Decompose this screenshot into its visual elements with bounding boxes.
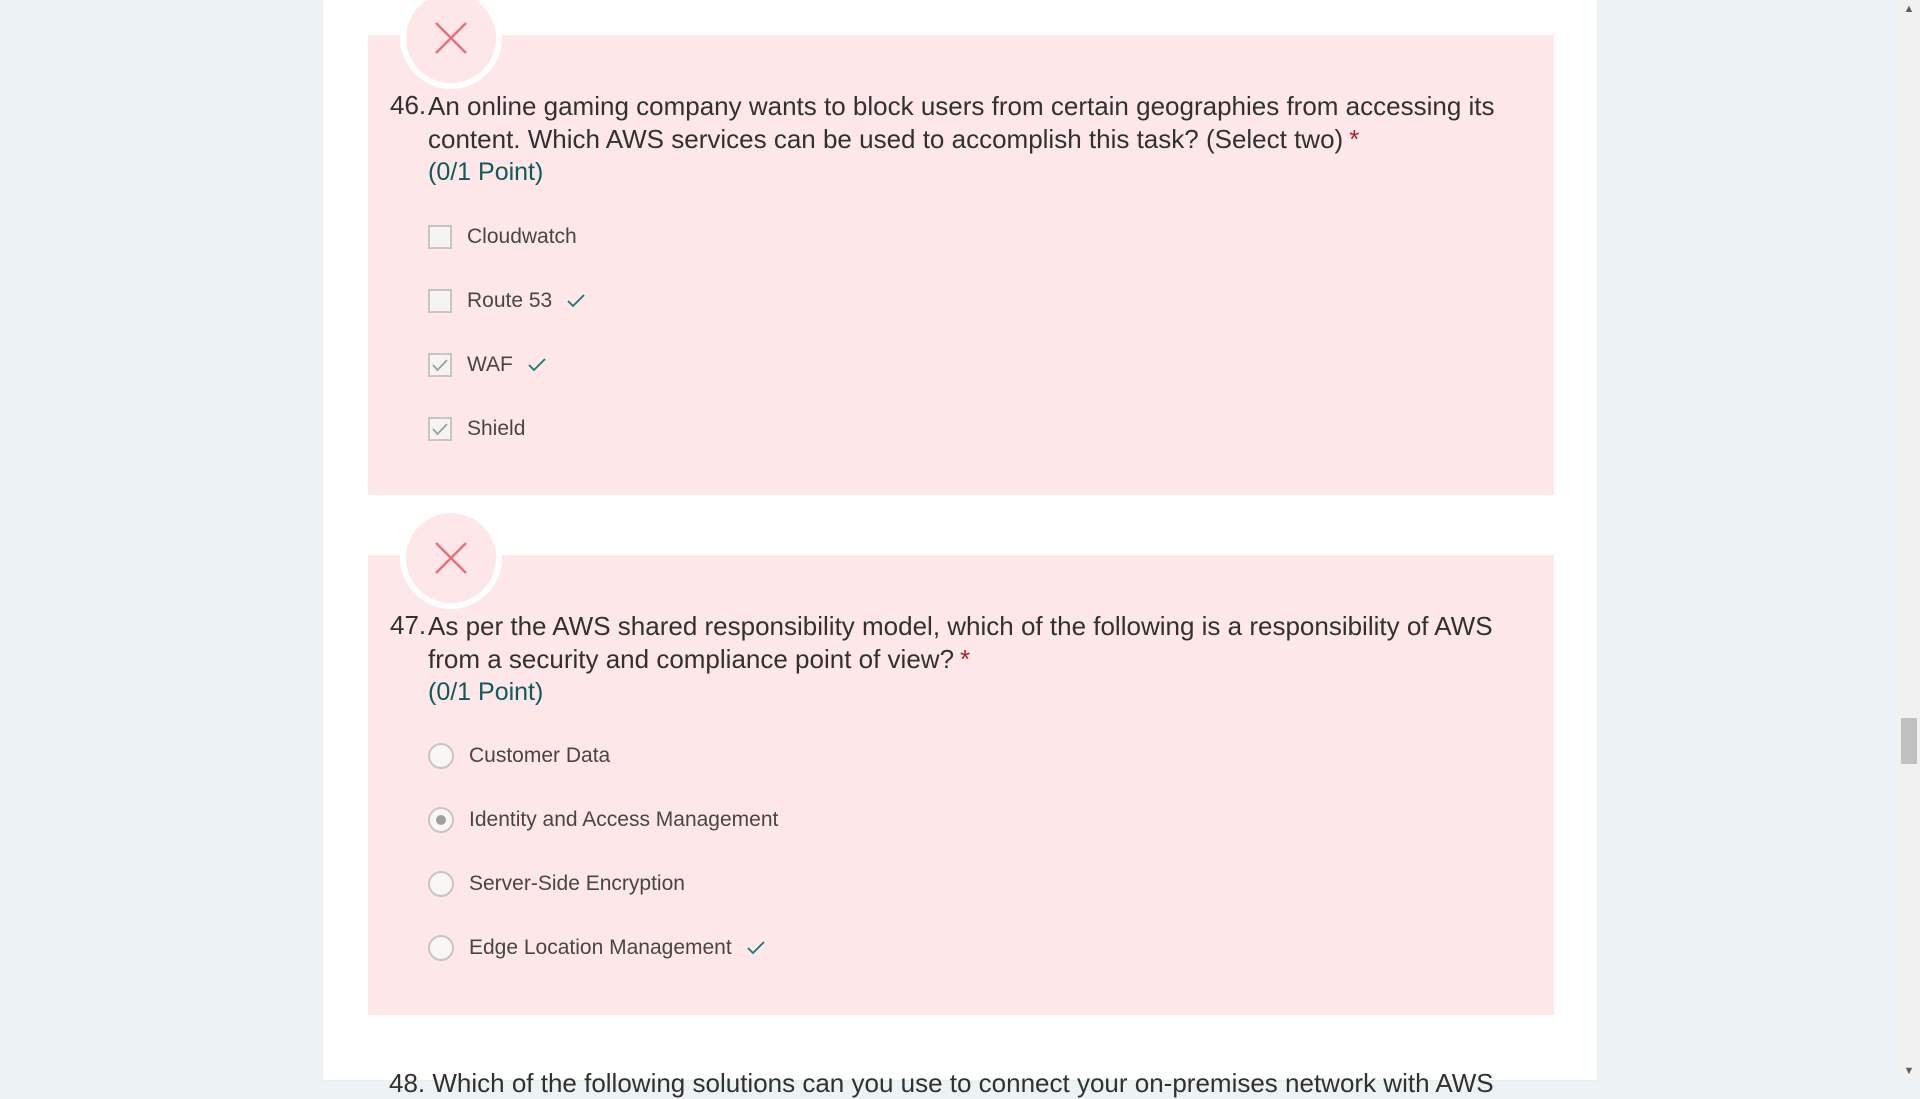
checkbox-checked[interactable] (428, 353, 452, 377)
question-points: (0/1 Point) (428, 678, 544, 706)
radio-button[interactable] (428, 743, 454, 769)
chevron-up-icon[interactable]: ▲ (1898, 0, 1920, 18)
option-label: Route 53 (467, 289, 553, 312)
scrollbar-thumb[interactable] (1901, 718, 1917, 764)
checkbox-checked[interactable] (428, 417, 452, 441)
checkbox-check-icon (432, 359, 448, 372)
question-number: 46. (390, 90, 427, 120)
option-label: Server-Side Encryption (469, 872, 685, 895)
checkmark-icon (566, 293, 586, 309)
question-title-line-1: As per the AWS shared responsibility mod… (428, 611, 1493, 641)
option-edge-location-management[interactable]: Edge Location Management (428, 928, 766, 968)
vertical-scrollbar[interactable]: ▲ ▼ (1898, 0, 1920, 1080)
option-cloudwatch[interactable]: Cloudwatch (428, 217, 577, 257)
question-number: 47. (390, 610, 427, 640)
question-title: An online gaming company wants to block … (428, 90, 1518, 156)
question-title-line-2: from a security and compliance point of … (428, 644, 955, 674)
option-shield[interactable]: Shield (428, 409, 525, 449)
option-route-53[interactable]: Route 53 (428, 281, 586, 321)
form-card: 46. An online gaming company wants to bl… (323, 0, 1597, 1098)
checkmark-icon (746, 940, 766, 956)
option-label: Customer Data (469, 744, 611, 767)
chevron-down-icon[interactable]: ▼ (1898, 1062, 1920, 1080)
incorrect-badge (400, 0, 502, 89)
question-title-line-1: An online gaming company wants to block … (428, 91, 1495, 121)
radio-dot (436, 815, 446, 825)
option-label: Identity and Access Management (469, 808, 779, 831)
option-identity-access-management[interactable]: Identity and Access Management (428, 800, 778, 840)
option-server-side-encryption[interactable]: Server-Side Encryption (428, 864, 685, 904)
close-x-icon (435, 542, 467, 574)
option-label: Cloudwatch (467, 225, 577, 248)
required-marker: * (1349, 124, 1360, 154)
close-x-icon (435, 22, 467, 54)
radio-button[interactable] (428, 935, 454, 961)
next-question-title: 48. Which of the following solutions can… (389, 1068, 1494, 1098)
checkbox-check-icon (432, 423, 448, 436)
option-label: WAF (467, 353, 513, 376)
checkbox[interactable] (428, 225, 452, 249)
required-marker: * (960, 644, 971, 674)
question-title-line-2: content. Which AWS services can be used … (428, 124, 1344, 154)
checkbox[interactable] (428, 289, 452, 313)
radio-button[interactable] (428, 871, 454, 897)
incorrect-badge (400, 507, 502, 609)
option-label: Edge Location Management (469, 936, 732, 959)
radio-button-selected[interactable] (428, 807, 454, 833)
option-waf[interactable]: WAF (428, 345, 547, 385)
checkmark-icon (527, 357, 547, 373)
option-label: Shield (467, 417, 526, 440)
question-points: (0/1 Point) (428, 158, 544, 186)
question-47: 47. As per the AWS shared responsibility… (368, 507, 1554, 1015)
question-46: 46. An online gaming company wants to bl… (368, 0, 1554, 495)
question-title: As per the AWS shared responsibility mod… (428, 610, 1518, 676)
option-customer-data[interactable]: Customer Data (428, 736, 610, 776)
